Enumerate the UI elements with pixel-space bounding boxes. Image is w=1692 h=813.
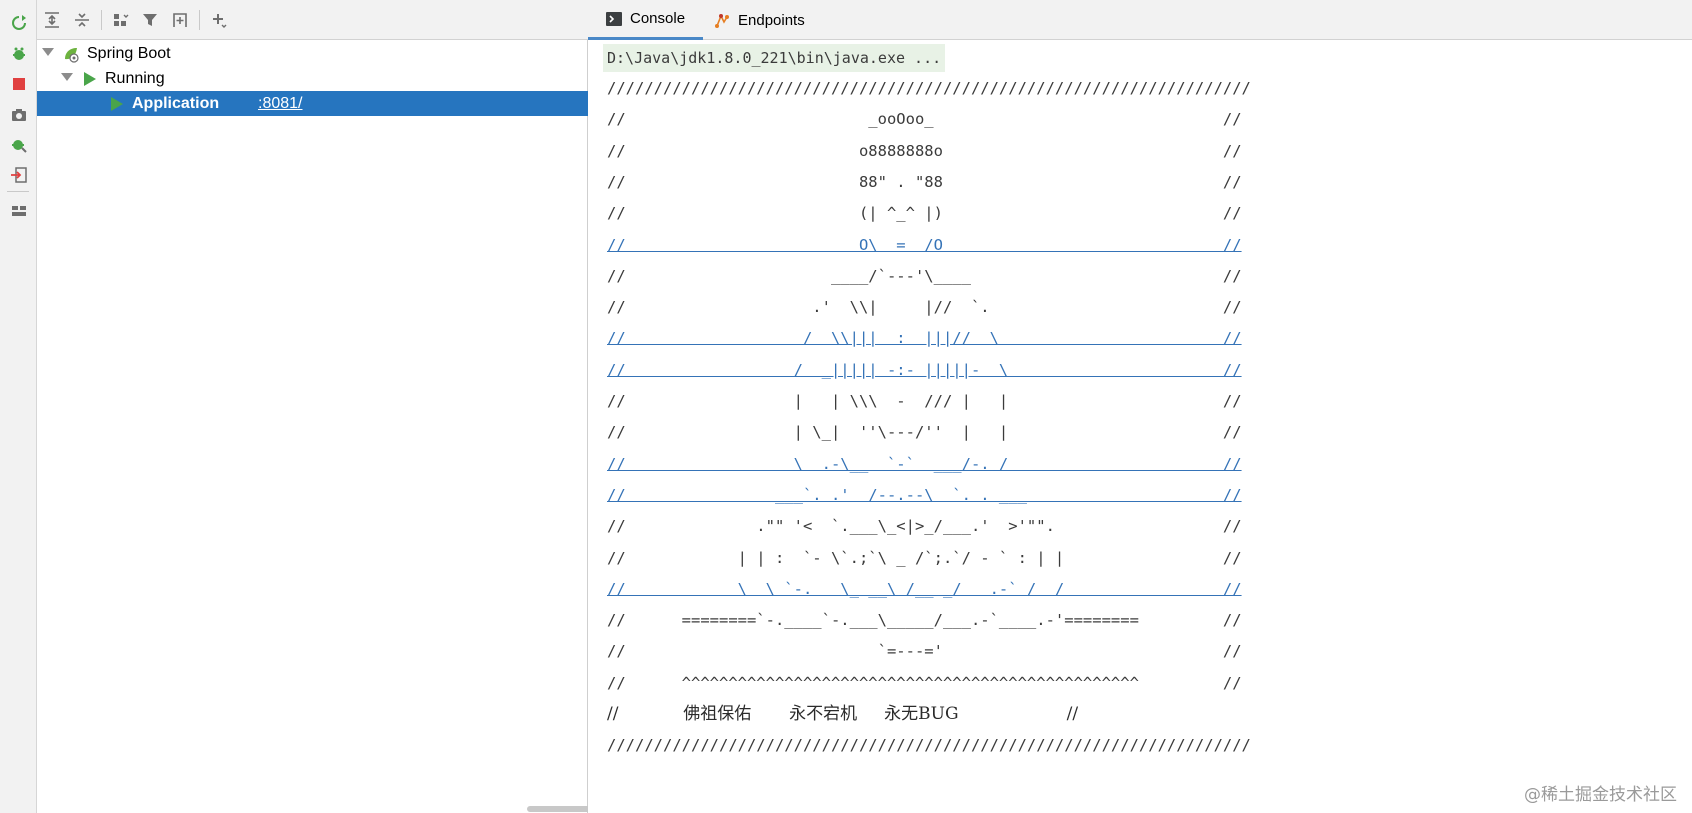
console-line: // \ .-\__ `-` ___/-. / // (607, 454, 1242, 473)
console-line: // | | : `- \`.;`\ _ /`;.`/ - ` : | | // (607, 548, 1242, 567)
console-line: // 88" . "88 // (607, 172, 1242, 191)
services-panel: Spring Boot Running Application :8081/ (37, 0, 637, 813)
run-icon (84, 72, 96, 86)
left-toolbar (0, 0, 37, 813)
console-line: // o8888888o // (607, 141, 1242, 160)
toolbar-divider (101, 10, 102, 30)
exit-icon[interactable] (8, 164, 30, 186)
port-link[interactable]: :8081/ (258, 91, 302, 116)
console-line: // | \_| ''\---/'' | | // (607, 423, 1242, 442)
console-line: // / _||||| -:- |||||- \ // (607, 360, 1242, 379)
console-line: // _ooOoo_ // (607, 110, 1242, 129)
java-command-line[interactable]: D:\Java\jdk1.8.0_221\bin\java.exe ... (603, 44, 946, 72)
tree-label-application: Application (132, 95, 220, 112)
add-tree-icon[interactable] (168, 8, 192, 32)
console-line: // ========`-.____`-.___\_____/___.-`___… (607, 611, 1242, 630)
gear-debug-icon[interactable] (8, 134, 30, 156)
chevron-down-icon[interactable] (61, 73, 73, 81)
toolbar-divider (7, 191, 29, 192)
console-line: // .' \\| |// `. // (607, 298, 1242, 317)
console-line: // `=---=' // (607, 642, 1242, 661)
console-line: // 佛祖保佑 永不宕机 永无BUG // (607, 704, 1079, 724)
console-line: // O\ = /O // (607, 235, 1242, 254)
console-output[interactable]: D:\Java\jdk1.8.0_221\bin\java.exe ... //… (588, 40, 1692, 813)
services-toolbar (37, 0, 588, 40)
layout-icon[interactable] (8, 200, 30, 222)
console-line: // ___`. .' /--.--\ `. . ___ // (607, 485, 1242, 504)
tab-console[interactable]: Console (588, 0, 704, 40)
tab-endpoints-label: Endpoints (738, 11, 805, 29)
debug-icon[interactable] (8, 43, 30, 65)
console-tabs: Console Endpoints (588, 0, 1692, 40)
console-line: // | | \\\ - /// | | // (607, 392, 1242, 410)
console-panel: Console Endpoints D:\Java\jdk1.8.0_221\b… (588, 0, 1692, 813)
tree-item-application[interactable]: Application :8081/ (37, 91, 588, 116)
tree-item-spring-boot[interactable]: Spring Boot (37, 41, 588, 66)
toolbar-divider (199, 10, 200, 30)
collapse-all-icon[interactable] (70, 8, 94, 32)
tab-endpoints[interactable]: Endpoints (704, 0, 815, 40)
filter-icon[interactable] (138, 8, 162, 32)
add-icon[interactable] (207, 8, 231, 32)
console-line: // ."" '< `.___\_<|>_/___.' >'"". // (607, 517, 1242, 536)
spring-boot-icon (62, 45, 80, 63)
console-icon (606, 11, 622, 27)
tree-label-running: Running (105, 70, 165, 87)
console-line: ////////////////////////////////////////… (607, 79, 1251, 97)
endpoints-icon (714, 12, 730, 28)
group-icon[interactable] (109, 8, 133, 32)
tree-item-running[interactable]: Running (37, 66, 588, 91)
tree-label-spring-boot: Spring Boot (87, 45, 171, 62)
snapshot-icon[interactable] (8, 104, 30, 126)
console-line: // / \\||| : |||// \ // (607, 329, 1242, 348)
tab-console-label: Console (630, 10, 686, 27)
console-line: // ^^^^^^^^^^^^^^^^^^^^^^^^^^^^^^^^^^^^^… (607, 673, 1242, 692)
console-line: // (| ^_^ |) // (607, 204, 1242, 223)
console-line: ////////////////////////////////////////… (607, 736, 1251, 755)
expand-all-icon[interactable] (40, 8, 64, 32)
console-line: // ____/`---'\____ // (607, 266, 1242, 285)
rerun-icon[interactable] (8, 12, 30, 34)
console-line: // \ \ `-. \_ __\ /__ _/ .-` / / // (607, 579, 1242, 598)
chevron-down-icon[interactable] (42, 48, 54, 56)
watermark: @稀土掘金技术社区 (1524, 785, 1677, 805)
run-icon (111, 97, 123, 111)
stop-icon[interactable] (8, 73, 30, 95)
